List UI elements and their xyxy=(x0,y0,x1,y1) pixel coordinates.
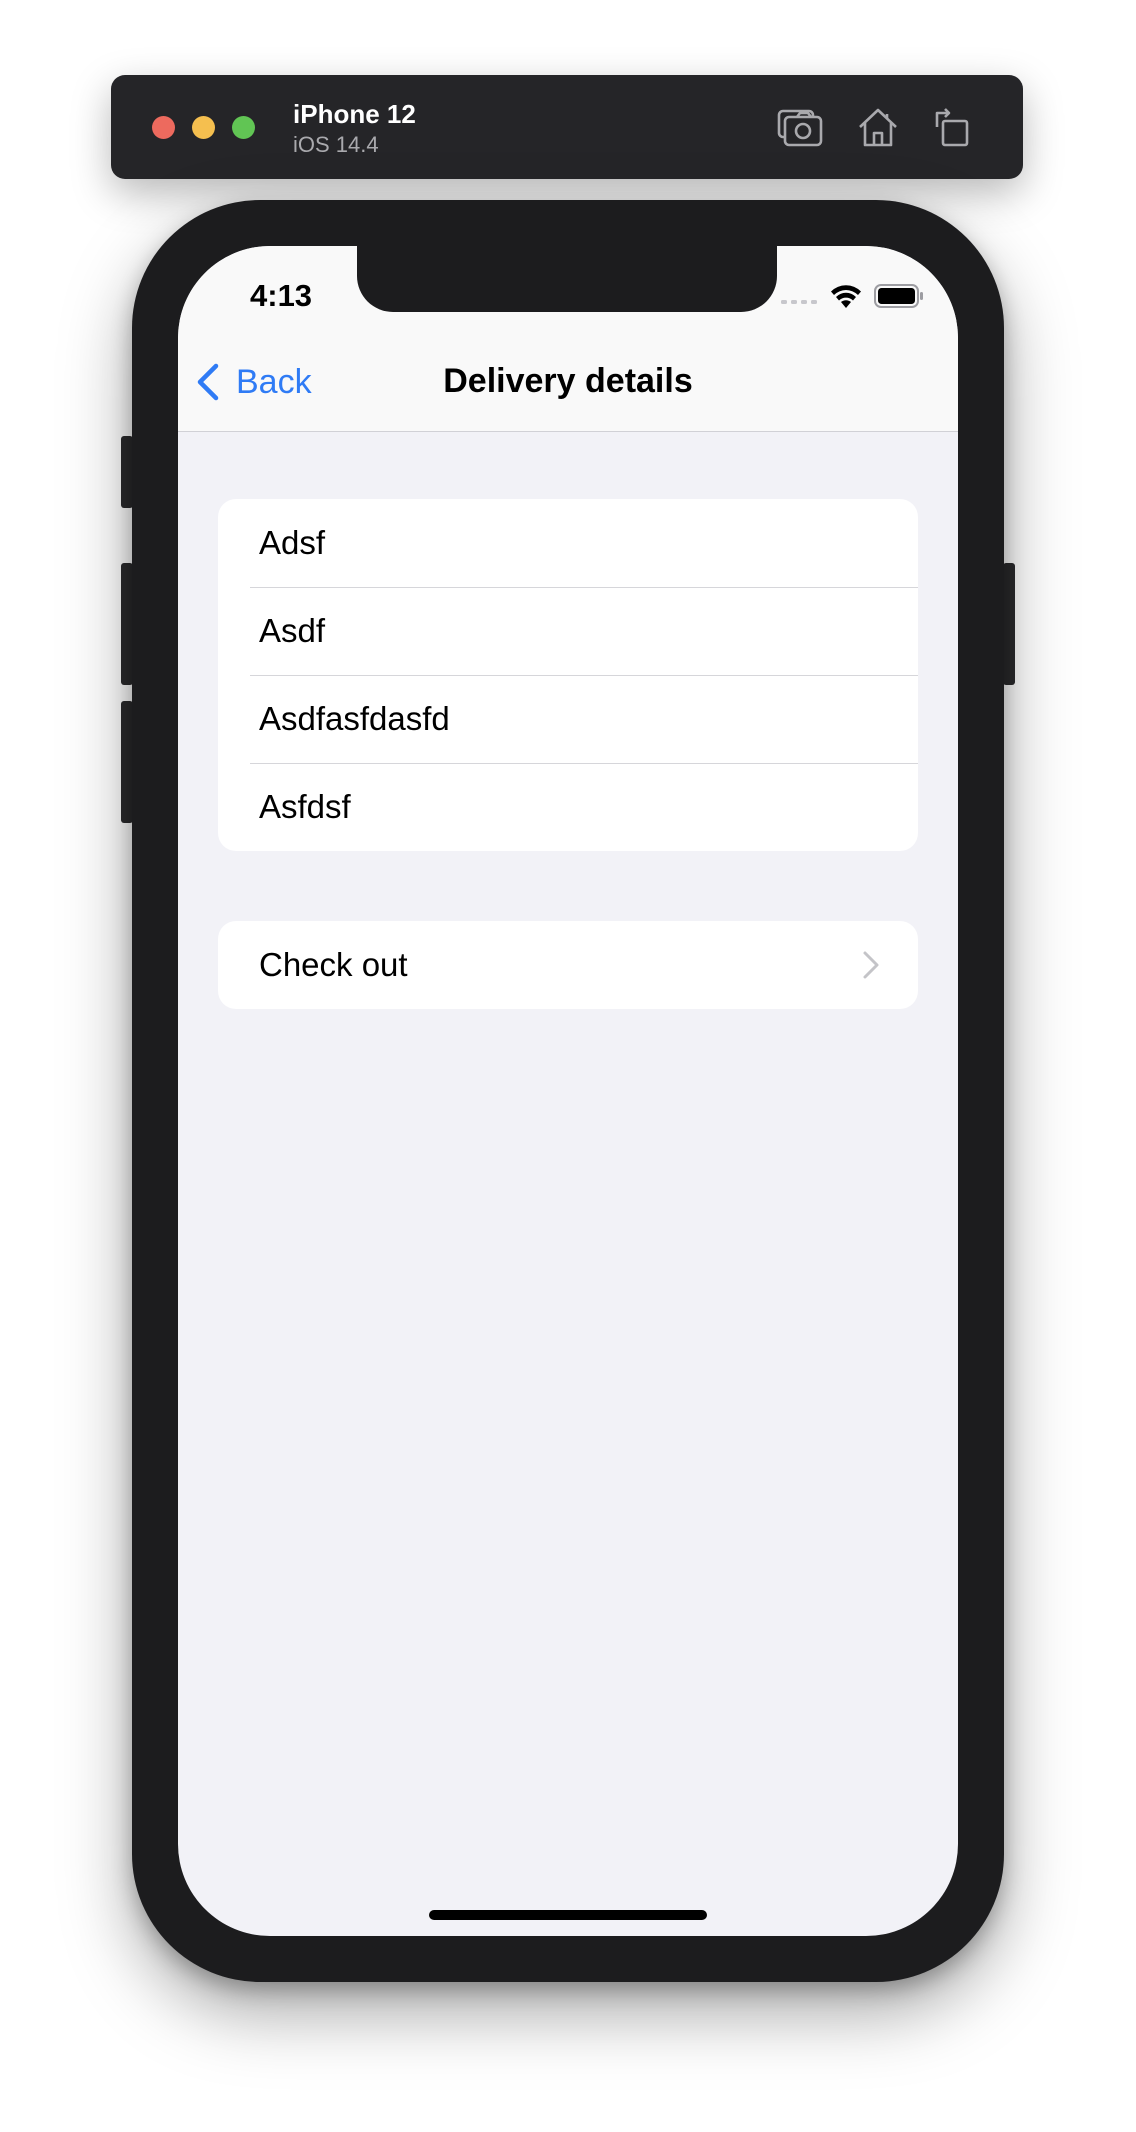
device-screen: 4:13 Back Delivery details Adsf Asdf Asd… xyxy=(178,246,958,1936)
delivery-details-list: Adsf Asdf Asdfasfdasfd Asfdsf xyxy=(218,499,918,851)
list-item[interactable]: Asfdsf xyxy=(218,763,918,851)
minimize-window-button[interactable] xyxy=(192,116,215,139)
check-out-row[interactable]: Check out xyxy=(218,921,918,1009)
close-window-button[interactable] xyxy=(152,116,175,139)
page-title: Delivery details xyxy=(443,362,693,400)
power-button xyxy=(1003,563,1015,685)
list-item[interactable]: Asdf xyxy=(218,587,918,675)
simulator-device-name: iPhone 12 xyxy=(293,99,416,129)
cellular-signal-icon xyxy=(781,298,817,306)
status-time: 4:13 xyxy=(250,278,313,313)
device-notch xyxy=(357,246,777,312)
check-out-label: Check out xyxy=(259,946,408,983)
rotate-icon[interactable] xyxy=(929,105,975,149)
simulator-os-version: iOS 14.4 xyxy=(293,132,379,157)
screenshot-icon[interactable] xyxy=(777,105,823,149)
list-item[interactable]: Adsf xyxy=(218,499,918,587)
chevron-right-icon xyxy=(862,950,880,980)
checkout-section: Check out xyxy=(218,921,918,1009)
home-indicator[interactable] xyxy=(429,1910,707,1920)
home-icon[interactable] xyxy=(855,105,901,149)
battery-icon xyxy=(874,284,924,308)
iphone-device-frame: 4:13 Back Delivery details Adsf Asdf Asd… xyxy=(132,200,1004,1982)
wifi-icon xyxy=(828,282,864,310)
simulator-title-bar: iPhone 12 iOS 14.4 xyxy=(111,75,1023,179)
zoom-window-button[interactable] xyxy=(232,116,255,139)
list-item[interactable]: Asdfasfdasfd xyxy=(218,675,918,763)
